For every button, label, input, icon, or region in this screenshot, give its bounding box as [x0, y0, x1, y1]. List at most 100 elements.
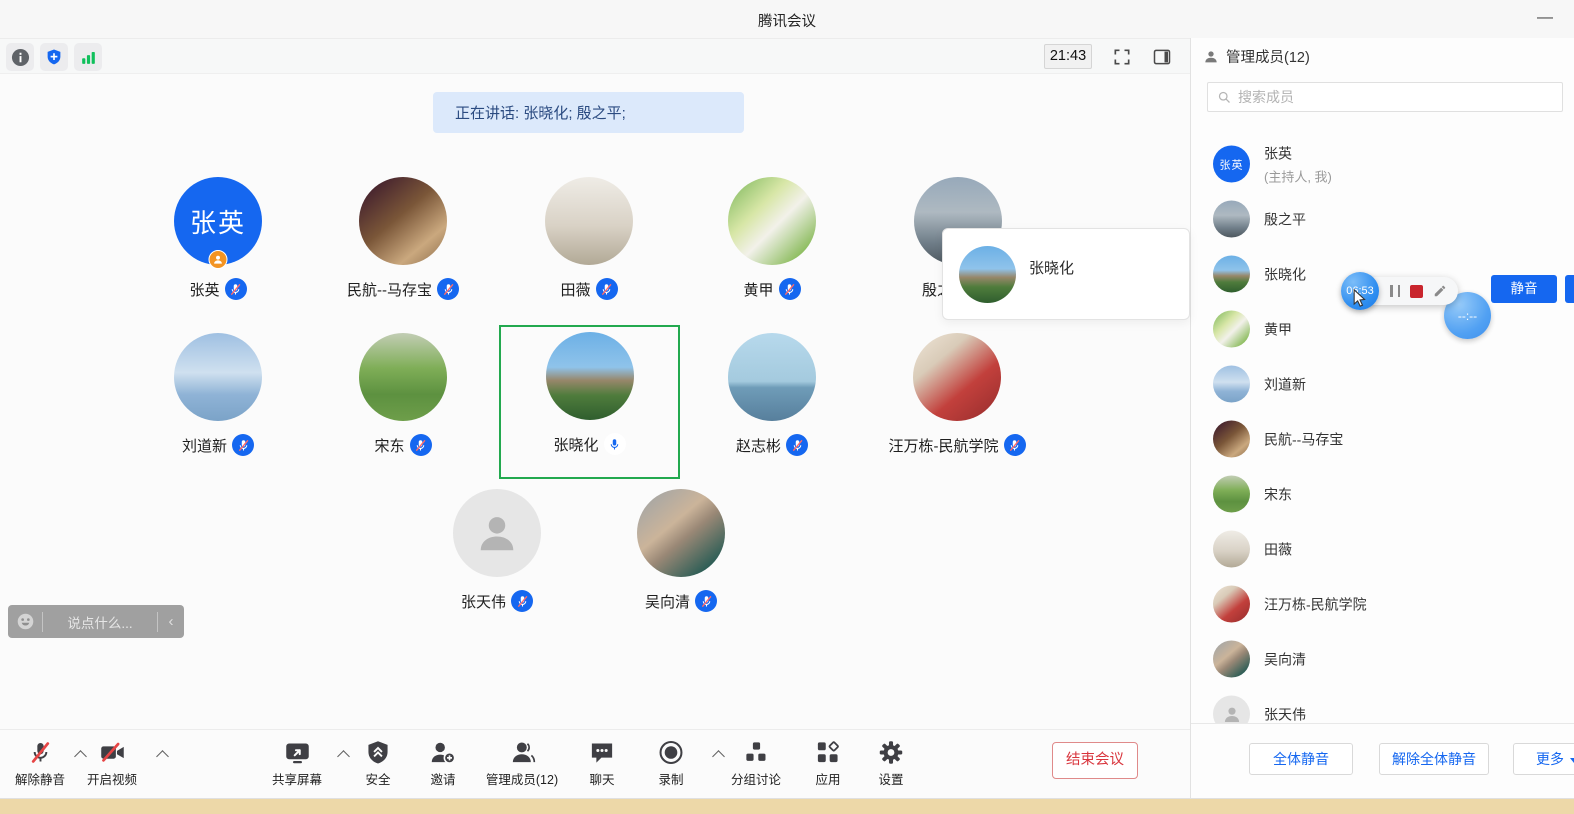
- mute-all-button[interactable]: 全体静音: [1249, 743, 1353, 775]
- participant-tile[interactable]: 汪万栋-民航学院: [867, 326, 1047, 478]
- quick-chat-bar[interactable]: 说点什么... ‹: [8, 605, 184, 638]
- member-row[interactable]: 田薇: [1191, 522, 1574, 577]
- participant-name: 张晓化: [553, 434, 598, 455]
- toolbar-security-shield-button[interactable]: 安全: [365, 739, 392, 788]
- participant-tile[interactable]: 民航--马存宝: [313, 170, 493, 322]
- participant-tile[interactable]: 田薇: [499, 170, 679, 322]
- participant-tile[interactable]: 刘道新: [128, 326, 308, 478]
- participant-tile[interactable]: 黄甲: [682, 170, 862, 322]
- host-badge: [209, 250, 228, 269]
- hover-action-sliver[interactable]: [1565, 275, 1574, 303]
- camera-off-icon: [87, 739, 137, 766]
- member-avatar: [1213, 421, 1250, 458]
- member-row[interactable]: 张英张英(主持人, 我): [1191, 137, 1574, 192]
- chevron-up-icon[interactable]: [74, 750, 87, 763]
- sidebar-footer: 全体静音 解除全体静音 更多: [1191, 723, 1574, 798]
- member-row[interactable]: 殷之平: [1191, 192, 1574, 247]
- settings-icon: [878, 739, 905, 766]
- shield-icon[interactable]: [40, 43, 68, 71]
- chat-input-placeholder[interactable]: 说点什么...: [43, 612, 157, 632]
- member-row[interactable]: 吴向清: [1191, 632, 1574, 687]
- member-name: 黄甲: [1264, 319, 1292, 339]
- toolbar-members-button[interactable]: 管理成员(12): [486, 739, 558, 788]
- apps-icon: [815, 739, 842, 766]
- emoji-icon[interactable]: [8, 612, 42, 631]
- stop-recording-icon[interactable]: [1410, 285, 1423, 298]
- toolbar-label: 开启视频: [87, 769, 137, 788]
- security-shield-icon: [365, 739, 392, 766]
- participant-popup: 张晓化: [942, 228, 1190, 320]
- participant-avatar: [913, 333, 1001, 421]
- chevron-up-icon[interactable]: [156, 750, 169, 763]
- member-row[interactable]: 刘道新: [1191, 357, 1574, 412]
- fullscreen-icon[interactable]: [1110, 45, 1134, 69]
- participant-tile[interactable]: 宋东: [313, 326, 493, 478]
- invite-icon: [430, 739, 457, 766]
- mic-muted-icon: [410, 434, 432, 456]
- chevron-up-icon[interactable]: [337, 750, 350, 763]
- toolbar-apps-button[interactable]: 应用: [815, 739, 842, 788]
- member-avatar: [1213, 531, 1250, 568]
- participant-tile[interactable]: 张英张英: [128, 170, 308, 322]
- meeting-main-area: 21:43 正在讲话: 张晓化; 殷之平; 张英张英民航--马存宝田薇黄甲殷之平…: [0, 38, 1190, 798]
- popup-avatar: [959, 246, 1016, 303]
- annotate-pencil-icon[interactable]: [1433, 284, 1447, 298]
- end-meeting-button[interactable]: 结束会议: [1052, 742, 1138, 779]
- member-row[interactable]: 黄甲: [1191, 302, 1574, 357]
- chatbar-collapse-icon[interactable]: ‹: [158, 613, 184, 630]
- member-row[interactable]: 民航--马存宝: [1191, 412, 1574, 467]
- participant-tile[interactable]: 吴向清: [591, 482, 771, 634]
- toolbar-record-button[interactable]: 录制: [658, 739, 685, 788]
- chevron-up-icon[interactable]: [712, 750, 725, 763]
- participant-tile[interactable]: 张天伟: [407, 482, 587, 634]
- member-avatar: [1213, 311, 1250, 348]
- network-quality-icon[interactable]: [74, 43, 102, 71]
- toolbar-label: 解除静音: [15, 769, 65, 788]
- mute-member-button[interactable]: 静音: [1491, 275, 1557, 303]
- window-titlebar: 腾讯会议 —: [0, 0, 1574, 38]
- participant-avatar: [728, 333, 816, 421]
- participant-name: 张英: [189, 279, 219, 300]
- participant-tile[interactable]: 赵志彬: [682, 326, 862, 478]
- toolbar-share-screen-button[interactable]: 共享屏幕: [272, 739, 322, 788]
- meeting-topbar: 21:43: [0, 38, 1190, 74]
- speaking-banner-text: 正在讲话: 张晓化; 殷之平;: [455, 102, 626, 123]
- toolbar-invite-button[interactable]: 邀请: [430, 739, 457, 788]
- toolbar-breakout-button[interactable]: 分组讨论: [731, 739, 781, 788]
- member-avatar: [1213, 641, 1250, 678]
- member-name: 张晓化: [1264, 264, 1306, 284]
- member-avatar: 张英: [1213, 146, 1250, 183]
- toolbar-chat-button[interactable]: 聊天: [589, 739, 616, 788]
- member-row[interactable]: 宋东: [1191, 467, 1574, 522]
- toolbar-settings-button[interactable]: 设置: [878, 739, 905, 788]
- meeting-duration: 21:43: [1044, 44, 1092, 69]
- participant-avatar: [174, 333, 262, 421]
- participant-name: 张天伟: [461, 591, 506, 612]
- members-sidebar: 管理成员(12) 张英张英(主持人, 我)殷之平张晓化黄甲刘道新民航--马存宝宋…: [1190, 38, 1574, 798]
- taskbar-strip: [0, 798, 1574, 814]
- breakout-icon: [731, 739, 781, 766]
- member-avatar: [1213, 366, 1250, 403]
- participant-avatar: [359, 333, 447, 421]
- pause-recording-icon[interactable]: [1390, 285, 1400, 297]
- minimize-button[interactable]: —: [1532, 8, 1558, 30]
- member-row[interactable]: 汪万栋-民航学院: [1191, 577, 1574, 632]
- member-name: 张英: [1264, 143, 1332, 163]
- toolbar-mic-off-button[interactable]: 解除静音: [15, 739, 65, 788]
- toolbar-label: 邀请: [430, 769, 457, 788]
- unmute-all-button[interactable]: 解除全体静音: [1379, 743, 1489, 775]
- participant-avatar: [728, 177, 816, 265]
- meeting-info-icon[interactable]: [6, 43, 34, 71]
- layout-panel-icon[interactable]: [1150, 45, 1174, 69]
- chat-icon: [589, 739, 616, 766]
- window-title: 腾讯会议: [0, 10, 1574, 31]
- speaking-banner: 正在讲话: 张晓化; 殷之平;: [433, 92, 744, 133]
- participant-avatar: [546, 332, 634, 420]
- popup-name: 张晓化: [1029, 257, 1074, 278]
- more-button[interactable]: 更多: [1513, 743, 1574, 775]
- mic-muted-icon: [786, 434, 808, 456]
- toolbar-camera-off-button[interactable]: 开启视频: [87, 739, 137, 788]
- record-icon: [658, 739, 685, 766]
- participant-tile[interactable]: 张晓化: [499, 325, 680, 479]
- participant-avatar: [545, 177, 633, 265]
